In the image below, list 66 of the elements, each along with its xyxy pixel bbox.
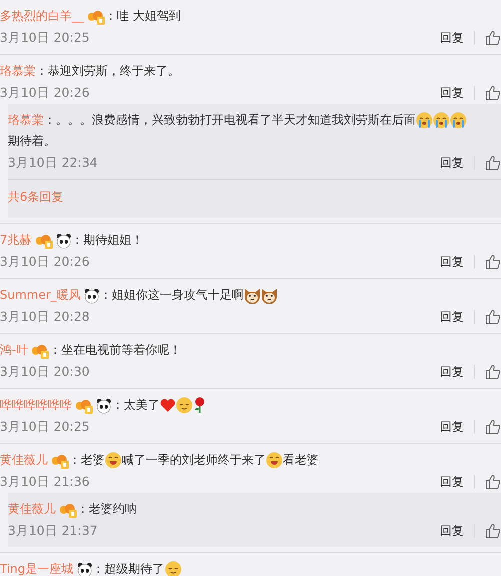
comment-text: ：。。。浪费感情，兴致勃勃打开电视看了半天才知道我刘劳斯在后面 [44, 113, 416, 127]
timestamp: 3月10日 20:28 [0, 308, 90, 326]
user-name[interactable]: 珞慕棠 [0, 61, 36, 82]
user-name[interactable]: 黄佳薇儿 [8, 502, 56, 516]
reply-link[interactable]: 回复 [440, 253, 464, 271]
grin-emoji-icon [105, 452, 122, 469]
crying-emoji-icon [433, 112, 450, 130]
user-name[interactable]: 珞慕棠 [8, 113, 44, 127]
comment-text: ：坐在电视前等着你呢！ [49, 342, 182, 359]
timestamp: 3月10日 20:30 [0, 362, 90, 381]
timestamp: 3月10日 22:34 [8, 154, 98, 172]
user-name[interactable]: 鸿-叶 [0, 340, 28, 361]
like-icon[interactable] [485, 30, 501, 46]
user-name[interactable]: 黄佳薇儿 [0, 450, 48, 471]
user-name[interactable]: 7兆赫 [0, 230, 32, 251]
reply-link[interactable]: 回复 [440, 473, 464, 491]
comment-text: 看老婆 [283, 452, 319, 469]
timestamp: 3月10日 20:26 [0, 84, 90, 102]
user-name[interactable]: Ting是一座城 [0, 559, 74, 576]
comment-text: ：姐姐你这一身攻气十足啊 [100, 287, 244, 304]
panda-icon [76, 562, 93, 576]
reply-link[interactable]: 回复 [440, 29, 464, 47]
user-name[interactable]: 哗哗哗哗哗哗 [0, 395, 72, 416]
like-icon[interactable] [485, 155, 501, 171]
rose-icon [193, 397, 207, 414]
like-icon[interactable] [485, 474, 501, 490]
comment-text: ：超级期待了 [92, 561, 165, 576]
reply-link[interactable]: 回复 [440, 363, 464, 381]
crying-emoji-icon [450, 112, 467, 130]
more-replies-link[interactable]: 共6条回复 [8, 180, 501, 218]
comment-text: ：哇 大姐驾到 [105, 8, 181, 25]
reply-link[interactable]: 回复 [440, 84, 464, 102]
timestamp: 3月10日 20:25 [0, 28, 90, 47]
heart-icon [160, 398, 176, 413]
comment-text: ：老婆 [69, 452, 105, 469]
dog-emoji-icon [244, 287, 261, 304]
crying-emoji-icon [416, 112, 433, 130]
comment-text: ：老婆约呐 [77, 502, 137, 516]
user-name[interactable]: 多热烈的白羊__ [0, 6, 84, 27]
comment-text: ：恭迎刘劳斯，终于来了。 [36, 63, 180, 80]
like-icon[interactable] [485, 309, 501, 325]
grin-emoji-icon [266, 452, 283, 469]
timestamp: 3月10日 20:26 [0, 252, 90, 271]
panda-icon [56, 232, 72, 248]
smile-emoji-icon [176, 397, 193, 414]
like-icon[interactable] [485, 254, 501, 270]
like-icon[interactable] [485, 419, 501, 435]
timestamp: 3月10日 21:36 [0, 472, 90, 491]
smile-emoji-icon [164, 561, 182, 576]
comment-text: ：太美了 [112, 397, 160, 414]
panda-icon [84, 288, 100, 304]
like-icon[interactable] [485, 523, 501, 539]
dog-emoji-icon [260, 287, 278, 304]
user-name[interactable]: Summer_暖风 [0, 285, 81, 306]
timestamp: 3月10日 21:37 [8, 522, 98, 540]
reply-link[interactable]: 回复 [440, 418, 464, 436]
panda-icon [96, 398, 112, 414]
like-icon[interactable] [485, 364, 501, 380]
comment-text: ：期待姐姐！ [72, 232, 144, 249]
comment-text: 喊了一季的刘老师终于来了 [122, 452, 266, 469]
timestamp: 3月10日 20:25 [0, 418, 90, 436]
like-icon[interactable] [485, 85, 501, 101]
reply-link[interactable]: 回复 [440, 308, 464, 326]
reply-link[interactable]: 回复 [440, 154, 464, 172]
reply-link[interactable]: 回复 [440, 522, 464, 540]
comment-text: 期待着。 [8, 134, 56, 148]
